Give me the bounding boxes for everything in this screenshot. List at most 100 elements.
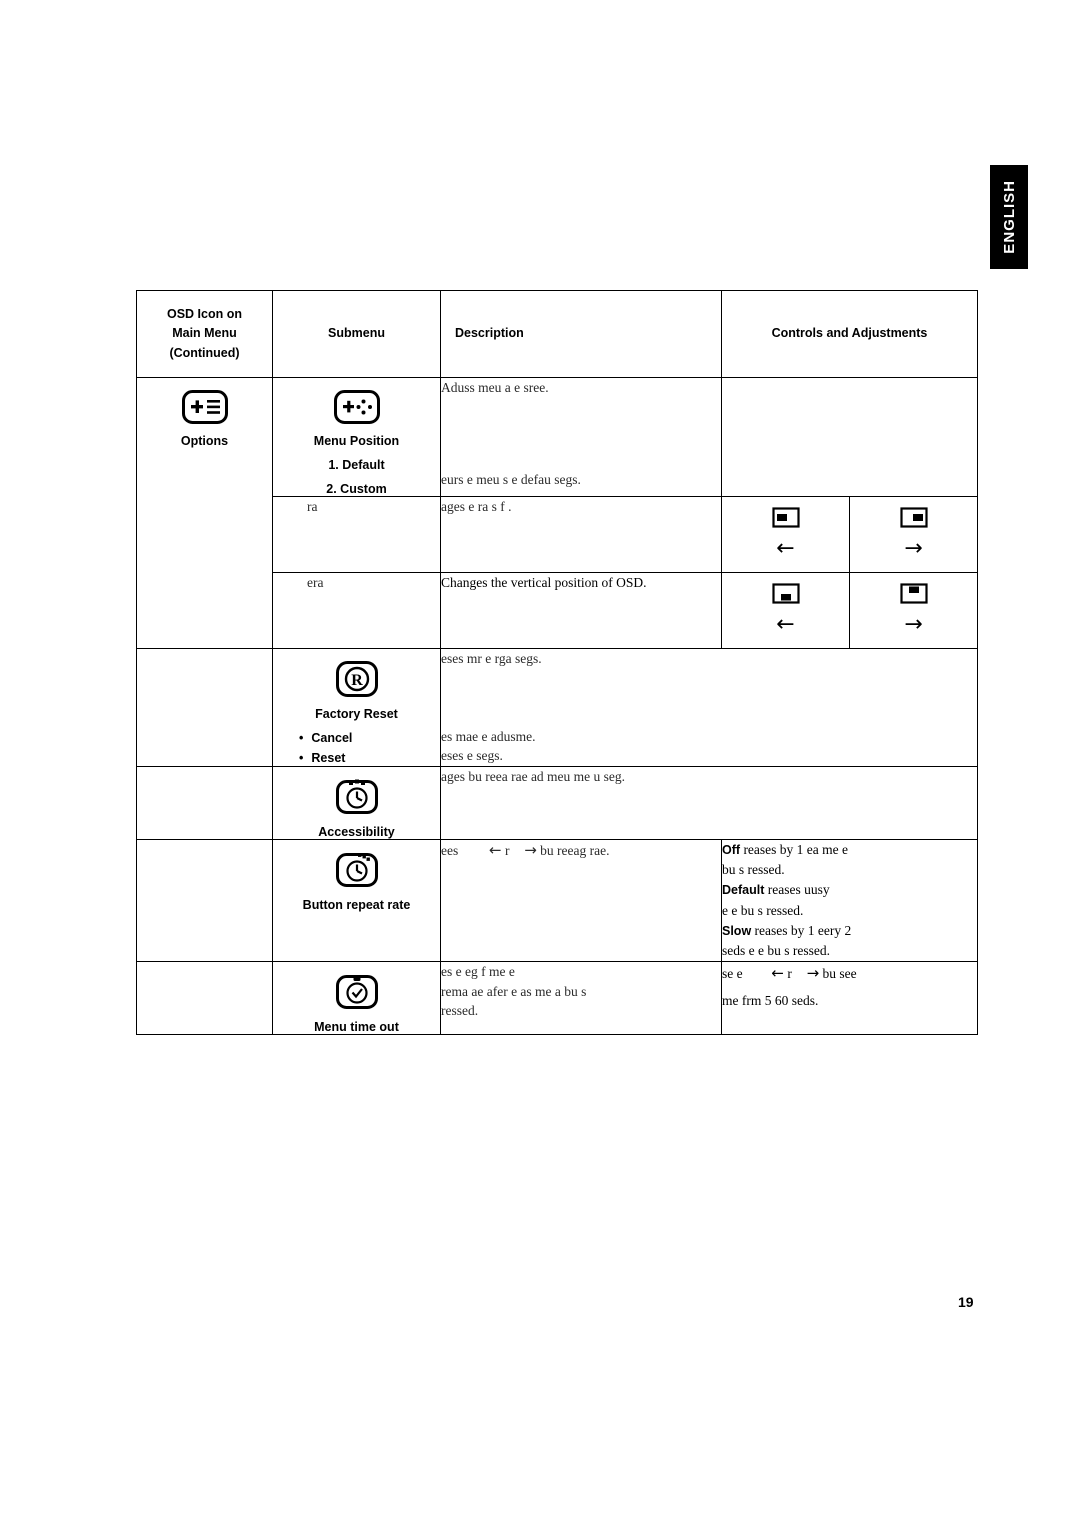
control-horizontal-left[interactable]: ← (722, 497, 850, 573)
control-line-3-bold: Default (722, 883, 765, 898)
submenu-item-custom: 2. Custom (326, 482, 387, 497)
accessibility-clock-icon (273, 779, 440, 815)
description-accessibility-text: ages bu reea rae ad meu me u seg. (441, 768, 626, 784)
osd-vertical-up-icon (899, 583, 928, 604)
header-cell-osd-icon: OSD Icon on Main Menu (Continued) (136, 289, 273, 379)
controls-horizontal-cell: ← → (721, 496, 978, 574)
main-menu-options-cell: Options (136, 377, 273, 650)
bullet-dot: • (299, 731, 304, 746)
osd-horizontal-right-icon (899, 507, 928, 528)
language-tab: ENGLISH (990, 165, 1028, 269)
control-line-1-text: reases by 1 ea me e (743, 841, 849, 857)
submenu-item-default: 1. Default (328, 458, 385, 473)
table-row: R Factory Reset • Cancel • Reset eses mr e… (136, 648, 978, 767)
submenu-horizontal-label: ra (307, 499, 318, 515)
submenu-vertical-cell: era (272, 572, 441, 650)
submenu-factory-reset-label: Factory Reset (315, 707, 398, 722)
submenu-menu-position-cell: Menu Position 1. Default 2. Custom (272, 377, 441, 498)
header-cell-controls: Controls and Adjustments (721, 289, 978, 379)
controls-button-repeat-cell: Off reases by 1 ea me e bu s ressed. Def… (721, 838, 978, 963)
submenu-vertical-label: era (307, 575, 324, 591)
control-vertical-right[interactable]: → (850, 573, 977, 648)
table-row: Options Menu Position 1. Default 2. Cust… (136, 377, 978, 650)
submenu-button-repeat-cell: Button repeat rate (272, 838, 441, 963)
left-arrow-icon: ← (771, 964, 784, 983)
submenu-horizontal-cell: ra (272, 496, 441, 574)
control-horizontal-right[interactable]: → (850, 497, 977, 572)
button-repeat-rate-icon (273, 852, 440, 888)
header-osd-icon-line1: OSD Icon on (167, 307, 242, 321)
description-menu-time-out-cell: es e eg f me e rema ae afer e as me a bu… (440, 961, 722, 1036)
osd-horizontal-left-icon (771, 507, 800, 528)
control-line-5-text: reases by 1 eery 2 (754, 922, 852, 938)
empty-main-menu-cell-2 (136, 765, 273, 840)
submenu-menu-time-out-label: Menu time out (314, 1020, 399, 1035)
description-factory-reset-line2: es mae e adusme. (441, 728, 536, 744)
description-vertical-cell: Changes the vertical position of OSD. (440, 572, 722, 650)
description-menu-position-line1: Aduss meu a e sree. (441, 380, 549, 396)
submenu-factory-reset-cell: R Factory Reset • Cancel • Reset (272, 648, 441, 767)
submenu-accessibility-cell: Accessibility (272, 765, 441, 840)
main-menu-options-label: Options (180, 434, 229, 449)
right-arrow-icon: → (524, 840, 537, 859)
description-button-repeat-prefix: ees (441, 842, 459, 858)
control-line-5-bold: Slow (722, 923, 752, 938)
submenu-menu-position-label: Menu Position (313, 434, 400, 449)
language-tab-label: ENGLISH (1000, 180, 1018, 254)
control-line-3: Default reases uusy (722, 880, 977, 900)
submenu-item-cancel-label: Cancel (311, 731, 353, 746)
controls-menu-time-out-cell: se e ← r → bu see me frm 5 60 seds. (721, 961, 978, 1036)
bullet-dot: • (299, 751, 304, 766)
description-menu-position-line2: eurs e meu s e defau segs. (441, 471, 581, 487)
controls-menu-position-cell (721, 377, 978, 498)
control-line-6: seds e e bu s ressed. (722, 943, 830, 959)
control-line-5: Slow reases by 1 eery 2 (722, 921, 977, 941)
submenu-accessibility-label: Accessibility (318, 824, 395, 839)
control-vertical-left[interactable]: ← (722, 573, 850, 649)
description-horizontal-text: ages e ra s f . (441, 499, 512, 515)
controls-menu-time-out-mid: r (787, 966, 792, 982)
controls-menu-time-out-line1: se e ← r → bu see (722, 962, 977, 985)
osd-controls-table: OSD Icon on Main Menu (Continued) Submen… (136, 289, 978, 1036)
header-cell-description: Description (440, 289, 722, 379)
header-cell-submenu: Submenu (272, 289, 441, 379)
right-arrow-icon: → (904, 536, 923, 562)
description-factory-reset-line3: eses e segs. (441, 748, 503, 764)
empty-main-menu-cell-4 (136, 961, 273, 1036)
description-factory-reset-line1: eses mr e rga segs. (441, 651, 542, 667)
description-menu-time-out-line1: es e eg f me e (441, 964, 515, 980)
table-row: Accessibility ages bu reea rae ad meu me… (136, 765, 978, 840)
control-line-1-bold: Off (722, 842, 741, 857)
table-row: Button repeat rate ees ← r → bu reeag ra… (136, 838, 978, 963)
left-arrow-icon: ← (776, 612, 795, 638)
submenu-button-repeat-label: Button repeat rate (302, 897, 411, 912)
left-arrow-icon: ← (489, 840, 502, 859)
submenu-item-reset-label: Reset (311, 751, 346, 766)
right-arrow-icon: → (904, 612, 923, 638)
description-menu-position-cell: Aduss meu a e sree. eurs e meu s e defau… (440, 377, 722, 498)
description-menu-time-out-line2: rema ae afer e as me a bu s (441, 983, 587, 999)
controls-menu-time-out-suffix: bu see (822, 966, 857, 982)
svg-text:R: R (351, 672, 363, 689)
left-arrow-icon: ← (776, 536, 795, 562)
description-horizontal-cell: ages e ra s f . (440, 496, 722, 574)
submenu-menu-time-out-cell: Menu time out (272, 961, 441, 1036)
submenu-item-cancel: • Cancel (273, 731, 440, 745)
description-button-repeat-suffix: bu reeag rae. (540, 842, 610, 858)
empty-main-menu-cell-3 (136, 838, 273, 963)
controls-vertical-cell: ← → (721, 572, 978, 650)
control-line-4: e e bu s ressed. (722, 902, 804, 918)
header-osd-icon-line2: Main Menu (172, 326, 237, 341)
description-factory-reset-cell: eses mr e rga segs. es mae e adusme. ese… (440, 648, 978, 767)
submenu-item-reset: • Reset (273, 751, 440, 765)
description-accessibility-cell: ages bu reea rae ad meu me u seg. (440, 765, 978, 840)
page-number: 19 (958, 1294, 974, 1310)
menu-time-out-icon (273, 974, 440, 1010)
controls-menu-time-out-line2: me frm 5 60 seds. (722, 992, 819, 1008)
table-row: Menu time out es e eg f me e rema ae afe… (136, 961, 978, 1036)
factory-reset-icon: R (273, 661, 440, 698)
table-header-row: OSD Icon on Main Menu (Continued) Submen… (136, 289, 978, 379)
osd-vertical-down-icon (771, 583, 800, 604)
options-list-icon (137, 390, 272, 425)
description-button-repeat-cell: ees ← r → bu reeag rae. (440, 838, 722, 963)
